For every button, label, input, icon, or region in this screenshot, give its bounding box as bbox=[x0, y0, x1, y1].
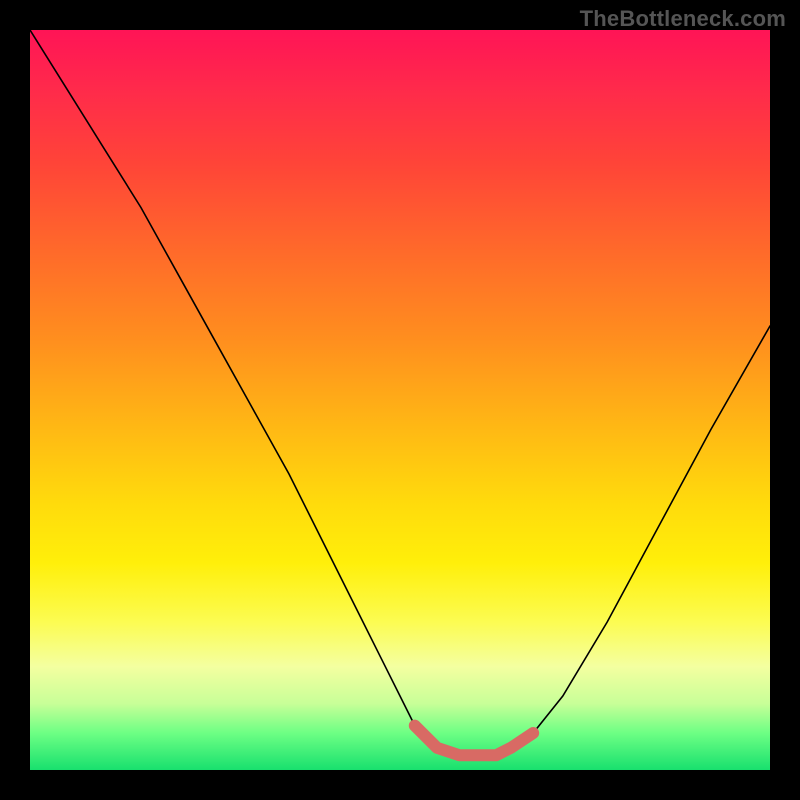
plot-svg bbox=[30, 30, 770, 770]
valley-floor-segment bbox=[415, 726, 533, 756]
chart-frame: TheBottleneck.com bbox=[0, 0, 800, 800]
bottleneck-curve bbox=[30, 30, 770, 755]
watermark-label: TheBottleneck.com bbox=[580, 6, 786, 32]
plot-area bbox=[30, 30, 770, 770]
